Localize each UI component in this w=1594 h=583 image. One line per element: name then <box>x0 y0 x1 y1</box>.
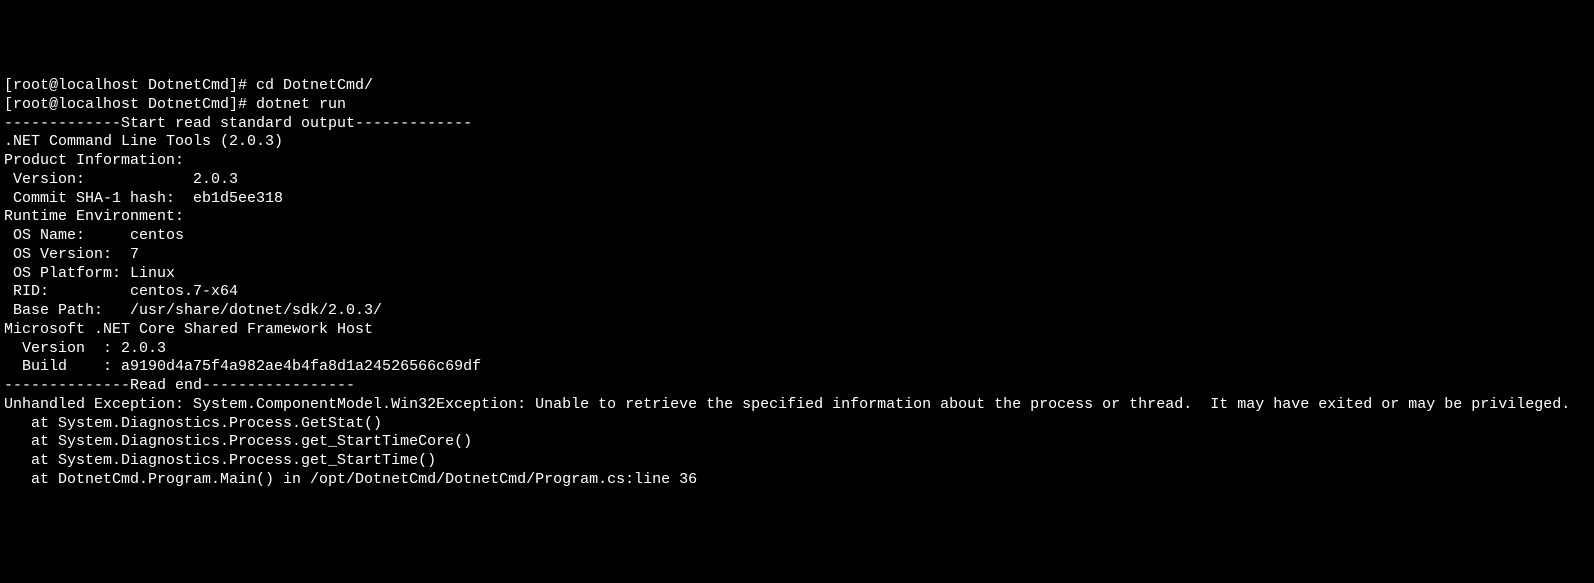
terminal-line: Version : 2.0.3 <box>4 340 1590 359</box>
terminal-output[interactable]: [root@localhost DotnetCmd]# cd DotnetCmd… <box>4 77 1590 490</box>
terminal-line: OS Name: centos <box>4 227 1590 246</box>
terminal-line: Unhandled Exception: System.ComponentMod… <box>4 396 1590 415</box>
terminal-line: Version: 2.0.3 <box>4 171 1590 190</box>
terminal-line: .NET Command Line Tools (2.0.3) <box>4 133 1590 152</box>
terminal-line: at DotnetCmd.Program.Main() in /opt/Dotn… <box>4 471 1590 490</box>
terminal-line: at System.Diagnostics.Process.get_StartT… <box>4 452 1590 471</box>
terminal-line: Runtime Environment: <box>4 208 1590 227</box>
terminal-line: at System.Diagnostics.Process.GetStat() <box>4 415 1590 434</box>
terminal-line: Microsoft .NET Core Shared Framework Hos… <box>4 321 1590 340</box>
terminal-line: OS Platform: Linux <box>4 265 1590 284</box>
terminal-line: Commit SHA-1 hash: eb1d5ee318 <box>4 190 1590 209</box>
terminal-line: [root@localhost DotnetCmd]# dotnet run <box>4 96 1590 115</box>
terminal-line: OS Version: 7 <box>4 246 1590 265</box>
terminal-line: -------------Start read standard output-… <box>4 115 1590 134</box>
terminal-line: --------------Read end----------------- <box>4 377 1590 396</box>
terminal-line: Build : a9190d4a75f4a982ae4b4fa8d1a24526… <box>4 358 1590 377</box>
terminal-line: RID: centos.7-x64 <box>4 283 1590 302</box>
terminal-line: at System.Diagnostics.Process.get_StartT… <box>4 433 1590 452</box>
terminal-line: Product Information: <box>4 152 1590 171</box>
terminal-line: Base Path: /usr/share/dotnet/sdk/2.0.3/ <box>4 302 1590 321</box>
terminal-line: [root@localhost DotnetCmd]# cd DotnetCmd… <box>4 77 1590 96</box>
